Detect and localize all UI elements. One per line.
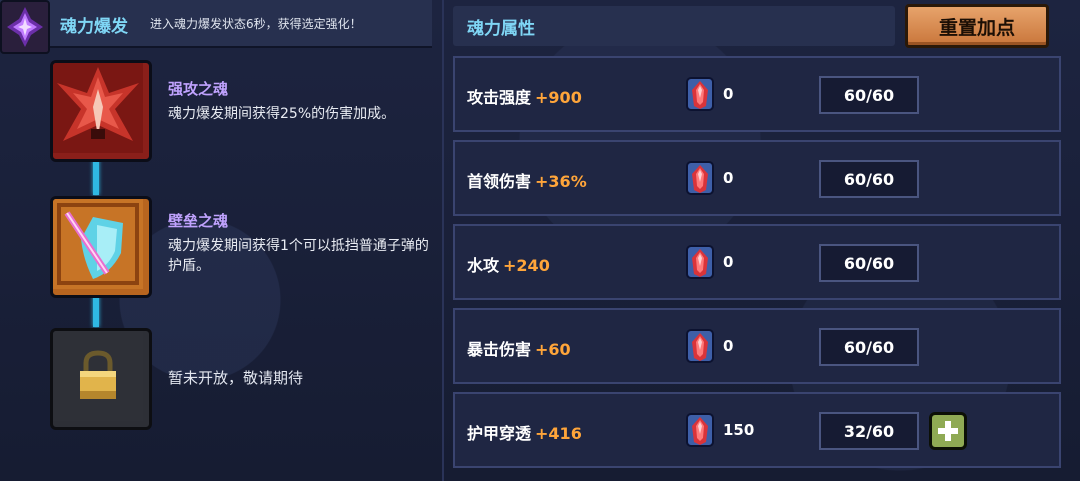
stat-label: 护甲穿透 [467, 424, 532, 443]
stat-row: 水攻 +240 0 60/60 [453, 224, 1061, 300]
skill-connector [93, 157, 99, 195]
skill-name: 强攻之魂 [168, 80, 229, 98]
stat-label: 暴击伤害 [467, 340, 532, 359]
stat-row: 护甲穿透 +416 150 32/60 [453, 392, 1061, 468]
soul-crystal-icon [686, 329, 714, 363]
skill-description: 魂力爆发期间获得25%的伤害加成。 [168, 106, 396, 122]
stat-row: 首领伤害 +36% 0 60/60 [453, 140, 1061, 216]
padlock-icon [53, 331, 143, 421]
stat-level: 60/60 [819, 160, 919, 198]
crystal-count: 0 [723, 169, 734, 187]
soul-crystal-icon [686, 77, 714, 111]
locked-slot [50, 328, 152, 430]
stat-label: 攻击强度 [467, 88, 532, 107]
crystal-count: 0 [723, 337, 734, 355]
crystal-count: 0 [723, 253, 734, 271]
reset-points-button[interactable]: 重置加点 [905, 4, 1049, 48]
stat-label: 水攻 [467, 256, 500, 275]
stat-bonus: +36% [535, 172, 587, 191]
add-point-button[interactable] [929, 412, 967, 450]
crystal-count: 0 [723, 85, 734, 103]
plus-icon [938, 421, 958, 441]
stat-name: 水攻 +240 [467, 252, 550, 276]
stat-name: 护甲穿透 +416 [467, 420, 582, 444]
stat-level: 60/60 [819, 244, 919, 282]
red-spiked-crest-icon[interactable] [50, 60, 152, 162]
stat-row: 暴击伤害 +60 0 60/60 [453, 308, 1061, 384]
stat-name: 首领伤害 +36% [467, 168, 587, 192]
stat-bonus: +416 [535, 424, 582, 443]
shield-sword-icon[interactable] [50, 196, 152, 298]
soul-crystal-icon [686, 245, 714, 279]
skill-name: 壁垒之魂 [168, 212, 229, 230]
stat-level: 60/60 [819, 76, 919, 114]
crystal-count: 150 [723, 421, 755, 439]
stat-name: 攻击强度 +900 [467, 84, 582, 108]
stat-row: 攻击强度 +900 0 60/60 [453, 56, 1061, 132]
stat-label: 首领伤害 [467, 172, 532, 191]
burst-subtitle: 进入魂力爆发状态6秒，获得选定强化！ [150, 17, 362, 31]
attributes-title: 魂力属性 [467, 19, 535, 39]
purple-crystal-icon [0, 0, 50, 54]
stat-name: 暴击伤害 +60 [467, 336, 571, 360]
stat-level: 60/60 [819, 328, 919, 366]
stat-bonus: +900 [535, 88, 582, 107]
stat-level: 32/60 [819, 412, 919, 450]
panel-divider [442, 0, 444, 481]
stat-bonus: +240 [503, 256, 550, 275]
burst-title: 魂力爆发 [60, 17, 128, 37]
skill-description: 魂力爆发期间获得1个可以抵挡普通子弹的护盾。 [168, 238, 429, 274]
soul-crystal-icon [686, 413, 714, 447]
stat-bonus: +60 [535, 340, 571, 359]
soul-crystal-icon [686, 161, 714, 195]
locked-slot-text: 暂未开放，敬请期待 [168, 369, 304, 387]
